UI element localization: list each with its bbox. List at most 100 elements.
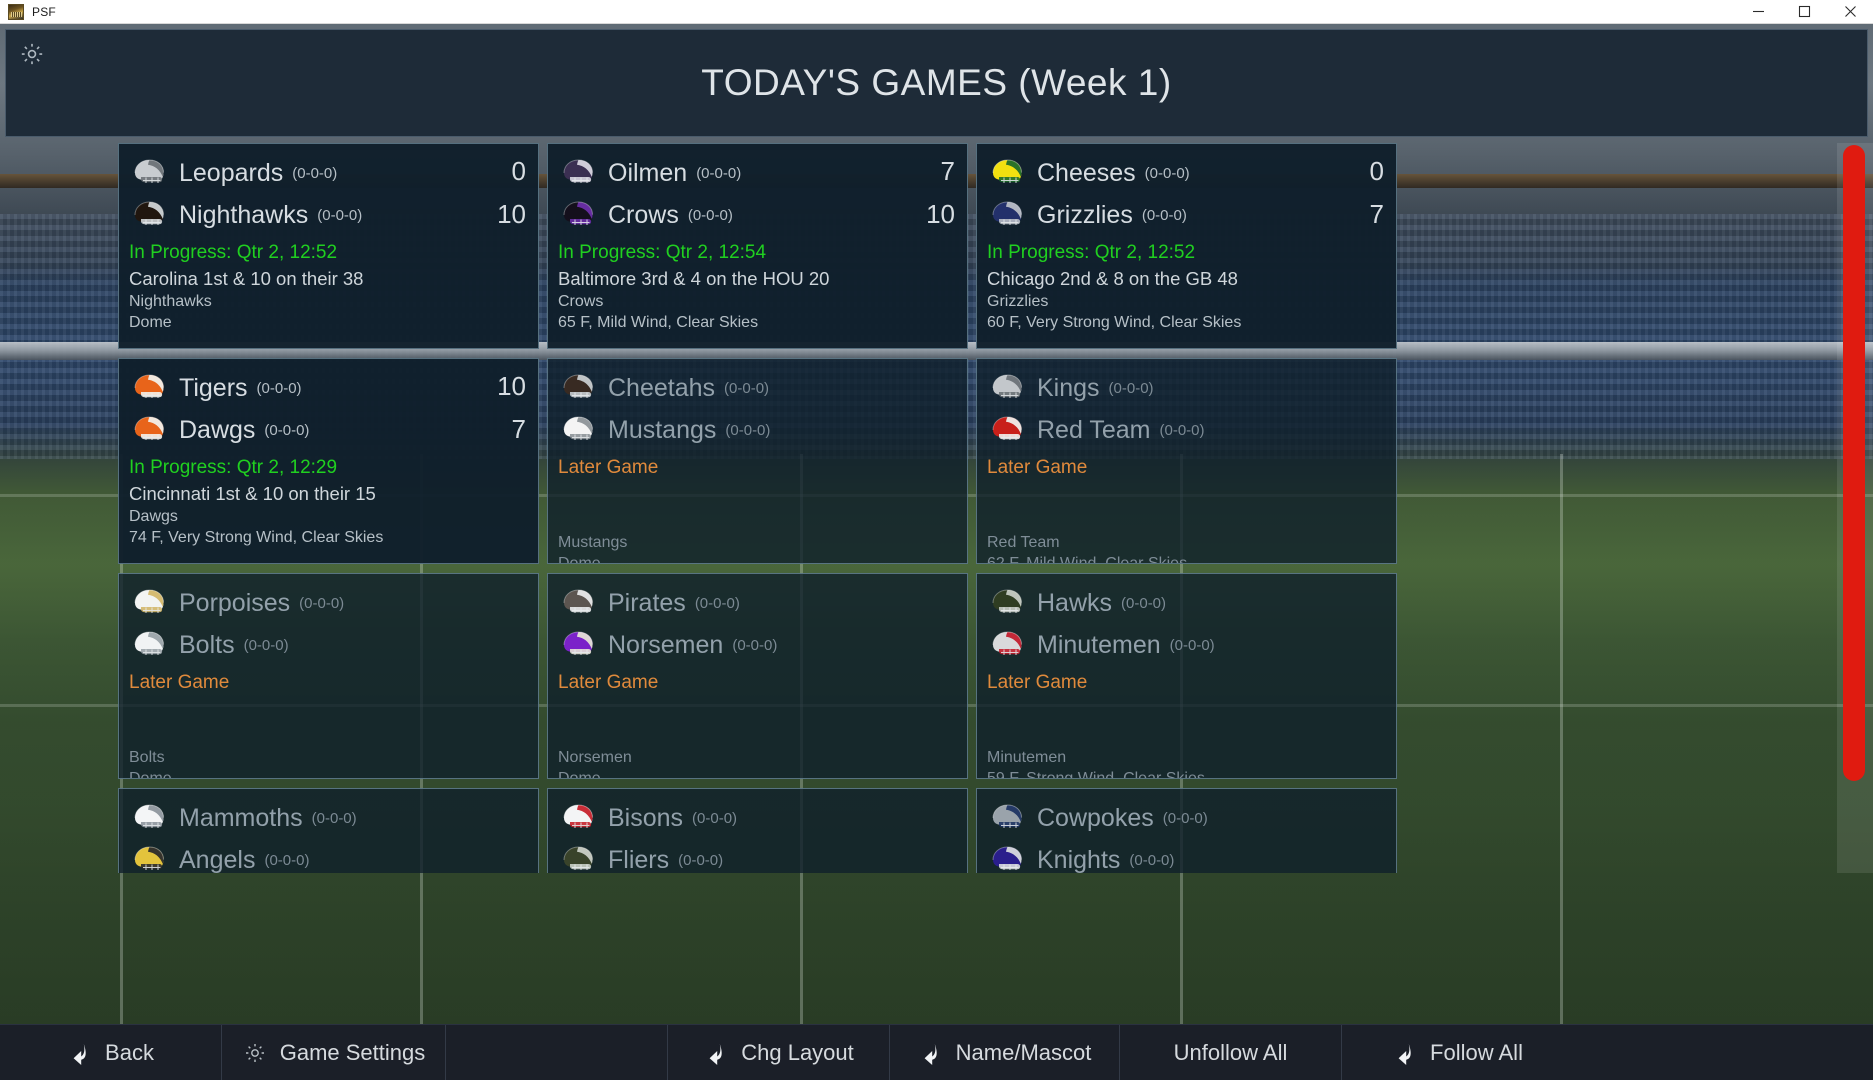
team-record: (0-0-0) [292,164,338,182]
team-row-home: Norsemen (0-0-0) [558,624,957,666]
helmet-icon [558,198,600,232]
card-spacer [558,694,957,746]
team-name: Red Team [1037,415,1151,444]
game-card[interactable]: Oilmen (0-0-0) Crows (0-0-0) 7 10 In Progress:… [547,143,968,349]
gear-icon [242,1040,268,1066]
team-record: (0-0-0) [1144,164,1190,182]
away-score: 7 [940,156,955,186]
scrollbar-thumb[interactable] [1843,145,1865,781]
game-weather: Dome [129,770,172,779]
home-score: 10 [497,199,526,229]
home-score: 10 [926,199,955,229]
helmet-icon [129,156,171,190]
toolbar-button-label: Follow All [1430,1040,1523,1065]
vertical-scrollbar[interactable] [1837,143,1873,873]
game-card[interactable]: Cheeses (0-0-0) Grizzlies (0-0-0) 0 7 In Progr… [976,143,1397,349]
toolbar-spacer [446,1025,668,1080]
game-status: Later Game [558,457,659,478]
toolbar-button-back[interactable]: Back [0,1025,222,1080]
team-record: (0-0-0) [1159,421,1205,439]
team-row-away: Bisons (0-0-0) [558,797,957,839]
helmet-icon [558,586,600,620]
helmet-icon [987,156,1029,190]
team-name: Pirates [608,588,686,617]
games-grid-row: Porpoises (0-0-0) Bolts (0-0-0) Later Game Bo… [118,573,1398,779]
game-weather: 65 F, Mild Wind, Clear Skies [558,314,759,331]
team-name: Knights [1037,845,1121,874]
minimize-icon[interactable] [1735,0,1781,24]
team-name: Hawks [1037,588,1113,617]
helmet-icon [987,801,1029,835]
game-card[interactable]: Hawks (0-0-0) Minutemen (0-0-0) Later Game Mi… [976,573,1397,779]
game-venue: Crows [558,293,604,310]
team-row-away: Hawks (0-0-0) [987,582,1386,624]
helmet-icon [987,843,1029,873]
game-venue: Mustangs [558,534,628,551]
helmet-icon [558,156,600,190]
maximize-icon[interactable] [1781,0,1827,24]
game-card[interactable]: Mammoths (0-0-0) Angels (0-0-0) [118,788,539,873]
back-arrow-icon [1392,1040,1418,1066]
game-card[interactable]: Leopards (0-0-0) Nighthawks (0-0-0) 0 10 In Pr… [118,143,539,349]
game-venue: Red Team [987,534,1060,551]
team-name: Grizzlies [1037,200,1133,229]
game-weather: 59 F, Strong Wind, Clear Skies [987,770,1205,779]
helmet-icon [558,843,600,873]
helmet-icon [129,586,171,620]
close-icon[interactable] [1827,0,1873,24]
team-name: Nighthawks [179,200,309,229]
helmet-icon [558,628,600,662]
team-name: Norsemen [608,630,724,659]
team-name: Bolts [179,630,235,659]
game-status: In Progress: Qtr 2, 12:54 [558,242,767,263]
games-grid-row: Mammoths (0-0-0) Angels (0-0-0) Bisons (0-0-0… [118,788,1398,873]
helmet-icon [987,628,1029,662]
team-row-home: Mustangs (0-0-0) [558,409,957,451]
game-weather: Dome [129,314,172,331]
gear-icon[interactable] [17,39,47,69]
team-row-home: Fliers (0-0-0) [558,839,957,873]
game-status: In Progress: Qtr 2, 12:52 [129,242,338,263]
team-row-away: Cowpokes (0-0-0) [987,797,1386,839]
toolbar-button-follow-all[interactable]: Follow All [1342,1025,1573,1080]
team-record: (0-0-0) [264,421,310,439]
helmet-icon [129,413,171,447]
game-card[interactable]: Kings (0-0-0) Red Team (0-0-0) Later Game Red… [976,358,1397,564]
game-card[interactable]: Bisons (0-0-0) Fliers (0-0-0) [547,788,968,873]
team-name: Oilmen [608,158,688,187]
game-situation: Chicago 2nd & 8 on the GB 48 [987,268,1238,289]
game-weather: 62 F, Mild Wind, Clear Skies [987,555,1188,564]
toolbar-button-game-settings[interactable]: Game Settings [222,1025,446,1080]
team-name: Dawgs [179,415,256,444]
team-row-home: Bolts (0-0-0) [129,624,528,666]
team-row-home: Minutemen (0-0-0) [987,624,1386,666]
game-status: Later Game [129,672,230,693]
team-name: Tigers [179,373,248,402]
game-venue: Grizzlies [987,293,1049,310]
game-card[interactable]: Cheetahs (0-0-0) Mustangs (0-0-0) Later Game… [547,358,968,564]
team-name: Fliers [608,845,670,874]
team-record: (0-0-0) [311,809,357,827]
game-venue: Minutemen [987,749,1067,766]
away-score: 10 [497,371,526,401]
team-name: Bisons [608,803,684,832]
card-spacer [987,479,1386,531]
toolbar-button-chg-layout[interactable]: Chg Layout [668,1025,890,1080]
game-situation: Carolina 1st & 10 on their 38 [129,268,364,289]
game-card[interactable]: Porpoises (0-0-0) Bolts (0-0-0) Later Game Bo… [118,573,539,779]
game-card[interactable]: Cowpokes (0-0-0) Knights (0-0-0) [976,788,1397,873]
game-venue: Bolts [129,749,165,766]
games-grid-row: Leopards (0-0-0) Nighthawks (0-0-0) 0 10 In Pr… [118,143,1398,349]
game-status: In Progress: Qtr 2, 12:29 [129,457,338,478]
team-name: Crows [608,200,679,229]
team-row-away: Mammoths (0-0-0) [129,797,528,839]
team-record: (0-0-0) [243,636,289,654]
toolbar-button-name-mascot[interactable]: Name/Mascot [890,1025,1120,1080]
toolbar-button-unfollow-all[interactable]: Unfollow All [1120,1025,1342,1080]
game-status: Later Game [987,672,1088,693]
game-card[interactable]: Pirates (0-0-0) Norsemen (0-0-0) Later Game N… [547,573,968,779]
game-card[interactable]: Tigers (0-0-0) Dawgs (0-0-0) 10 7 In Progress:… [118,358,539,564]
games-scroll-area[interactable]: Leopards (0-0-0) Nighthawks (0-0-0) 0 10 In Pr… [0,143,1873,873]
game-venue: Dawgs [129,508,178,525]
team-row-away: Porpoises (0-0-0) [129,582,528,624]
